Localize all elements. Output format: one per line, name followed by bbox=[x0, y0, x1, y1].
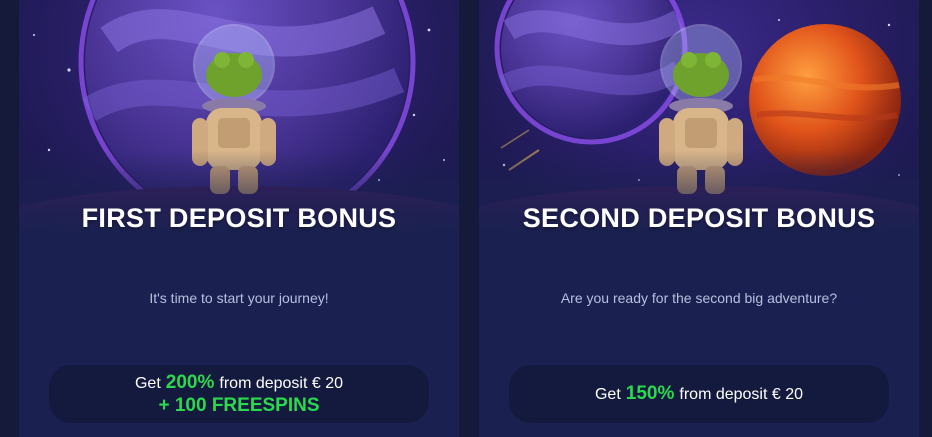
offer-line: Get 200% from deposit € 20 bbox=[135, 372, 343, 394]
offer-prefix: Get bbox=[594, 386, 621, 403]
offer-line: Get 150% from deposit € 20 bbox=[595, 383, 803, 405]
card-subtitle: It's time to start your journey! bbox=[149, 290, 329, 306]
offer-prefix: Get bbox=[134, 374, 161, 392]
offer-suffix: from deposit € 20 bbox=[679, 386, 804, 403]
first-deposit-bonus-card[interactable]: FIRST DEPOSIT BONUS It's time to start y… bbox=[19, 0, 459, 437]
second-deposit-bonus-card[interactable]: SECOND DEPOSIT BONUS Are you ready for t… bbox=[479, 0, 919, 437]
offer-freespins: + 100 FREESPINS bbox=[158, 394, 320, 416]
card-title: FIRST DEPOSIT BONUS bbox=[81, 203, 397, 233]
card-title: SECOND DEPOSIT BONUS bbox=[522, 203, 876, 233]
offer-percent: 200% bbox=[165, 371, 215, 393]
offer-box[interactable]: Get 150% from deposit € 20 bbox=[509, 365, 889, 423]
offer-suffix: from deposit € 20 bbox=[219, 374, 344, 392]
card-subtitle: Are you ready for the second big adventu… bbox=[560, 290, 838, 306]
offer-box[interactable]: Get 200% from deposit € 20 + 100 FREESPI… bbox=[49, 365, 429, 423]
offer-percent: 150% bbox=[625, 383, 675, 404]
